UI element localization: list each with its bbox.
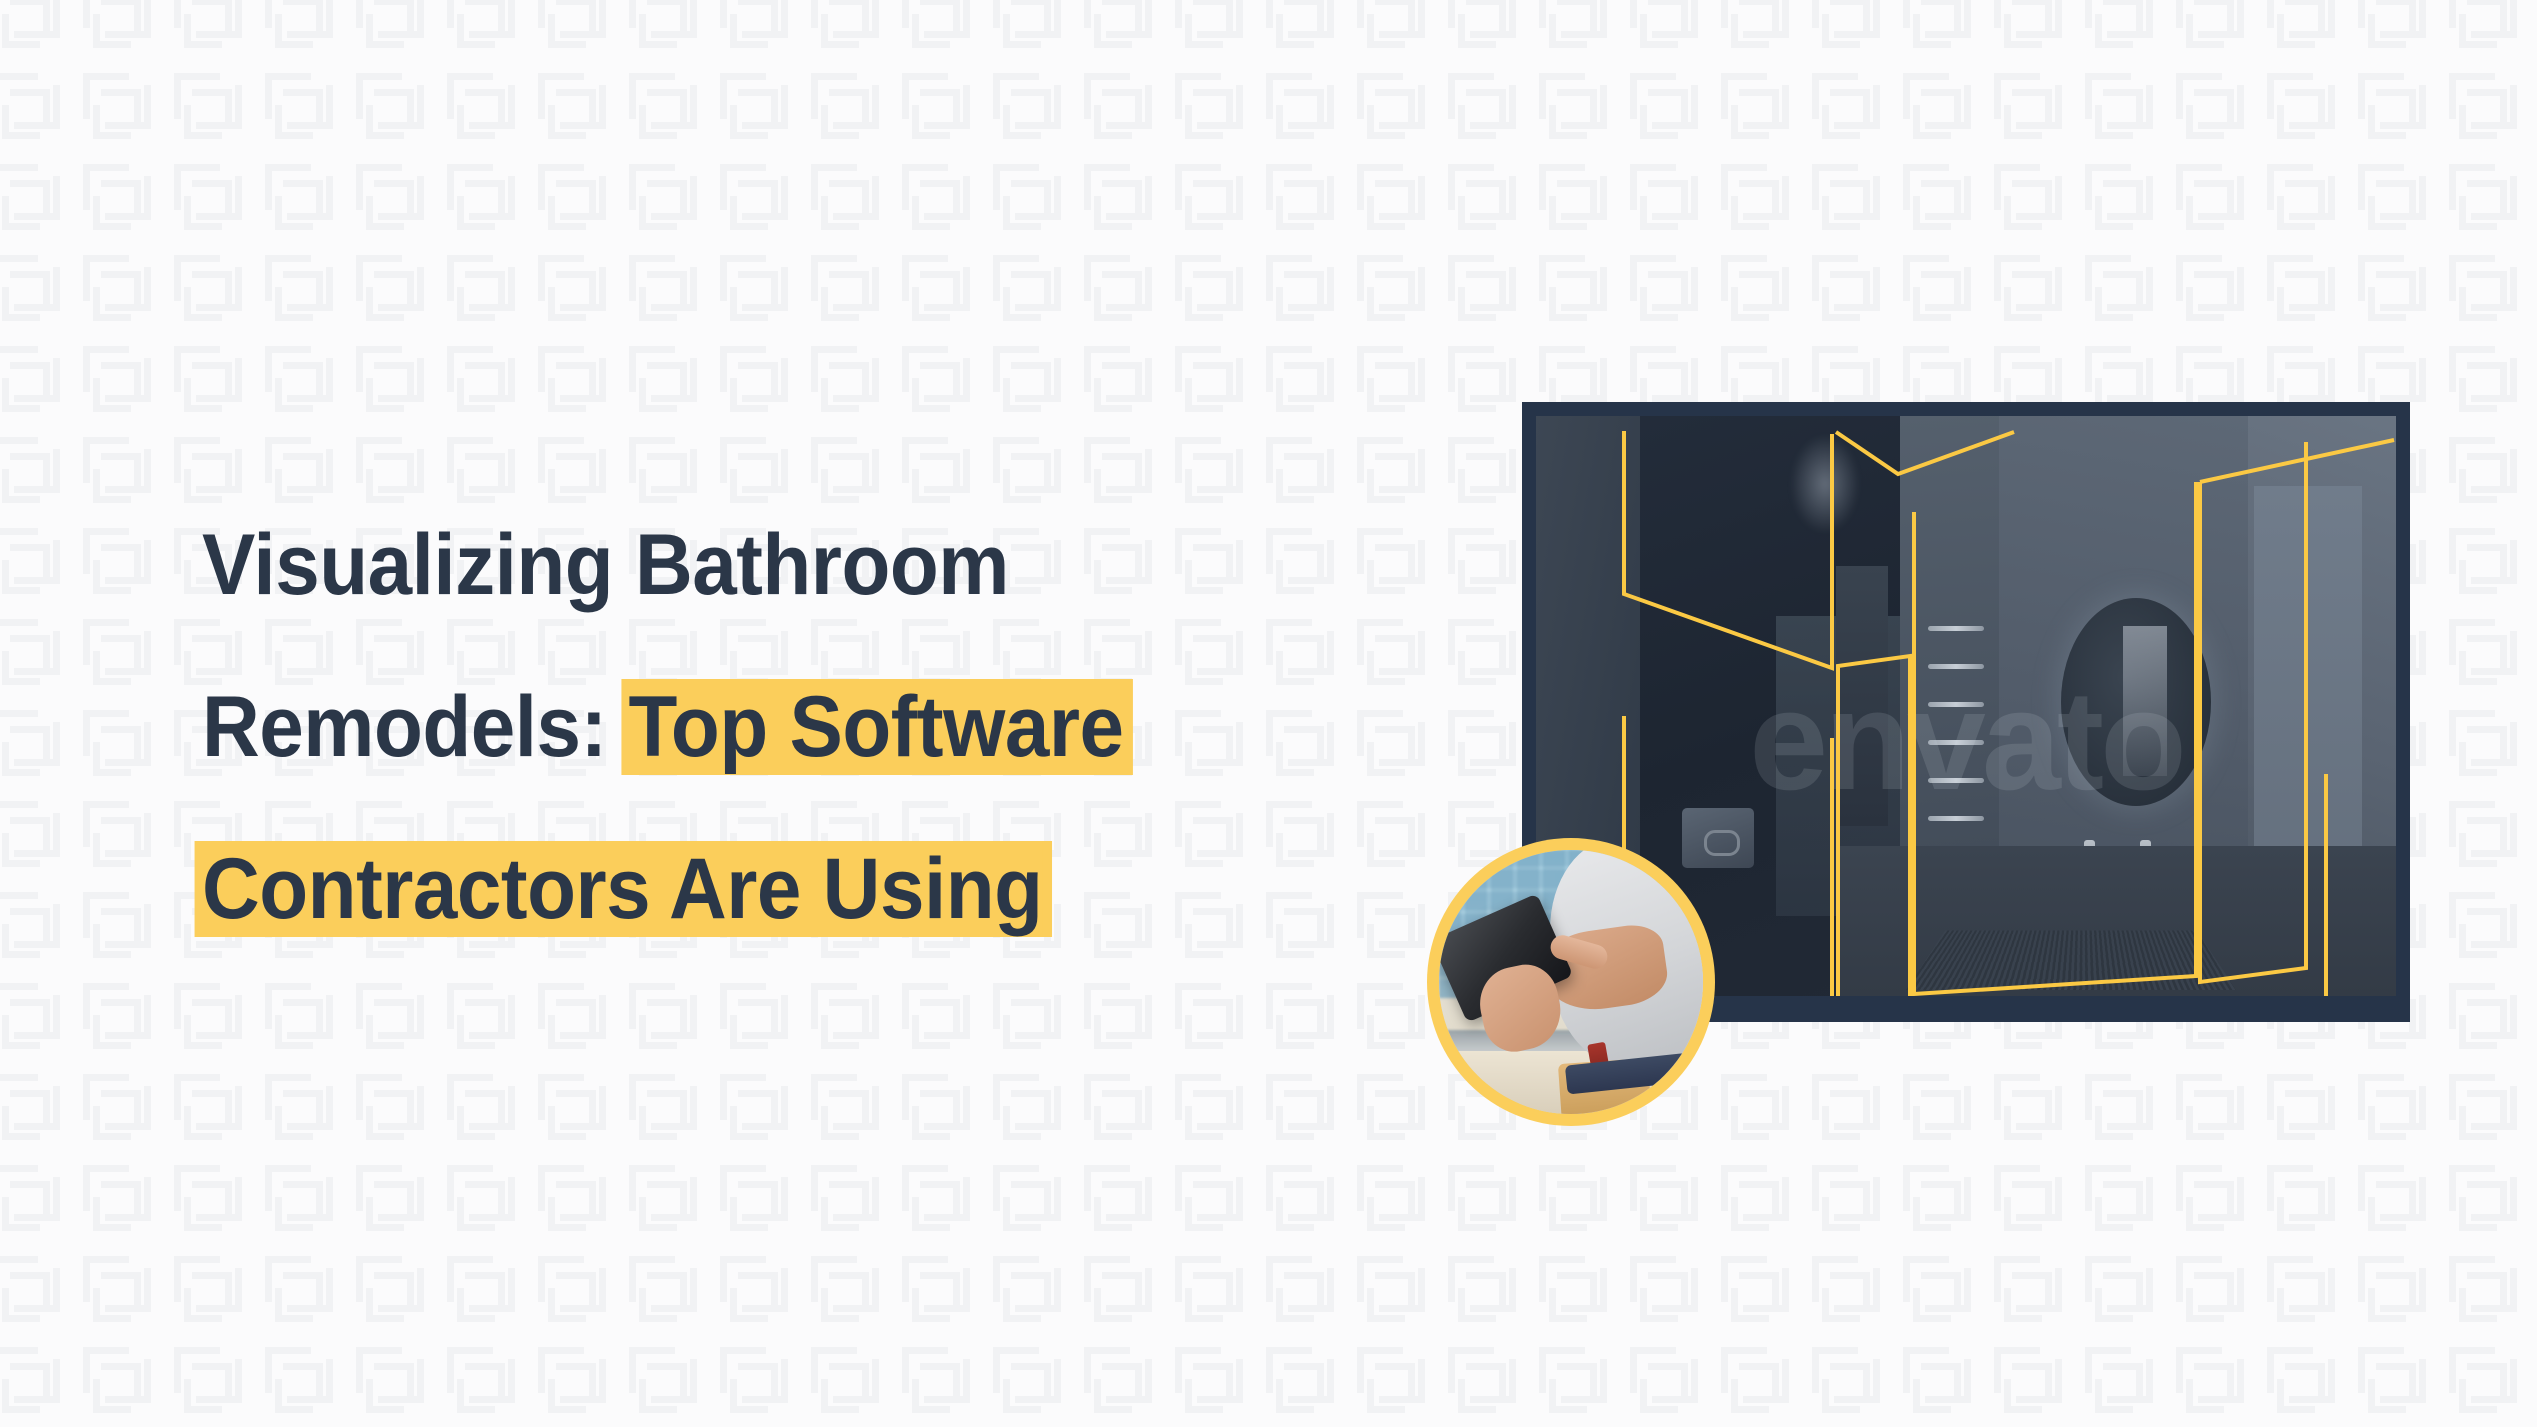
ar-plane-glass-top [1622,431,1834,671]
headline-text-plain: Visualizing Bathroom [202,517,1009,613]
headline-line-3: Contractors Are Using [202,808,1327,970]
page-title: Visualizing Bathroom Remodels: Top Softw… [202,484,1412,970]
ar-plane-right-panel [2198,442,2308,985]
headline-line-1: Visualizing Bathroom [202,484,1327,646]
headline-text-highlighted: Top Software [628,679,1124,775]
contractor-with-tablet-photo [1439,850,1703,1114]
headline-text-plain: Remodels: [202,679,607,775]
hero-banner: Visualizing Bathroom Remodels: Top Softw… [0,0,2537,1427]
avatar [1427,838,1715,1126]
ar-plane-far-right [2324,774,2396,996]
ar-plane-mid-wall [1836,653,1912,996]
headline-text-highlighted: Contractors Are Using [202,841,1043,937]
ar-line-ceiling-right [2199,438,2395,484]
headline-line-2: Remodels: Top Software [202,646,1327,808]
ar-plane-back-wall [1912,482,2198,996]
ar-plane-ceiling-edge [1834,430,2015,477]
